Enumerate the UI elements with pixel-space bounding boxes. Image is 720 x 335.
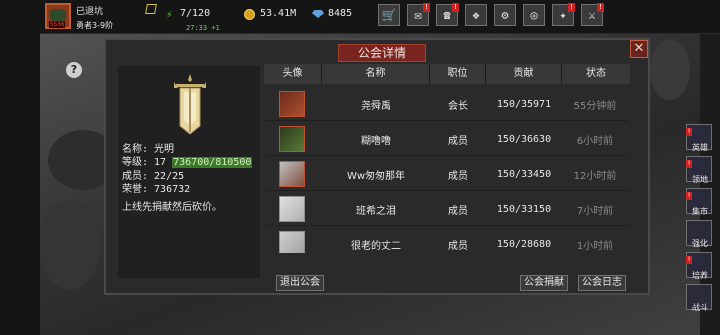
player-avatar[interactable]: 5536 <box>45 3 71 29</box>
background-tree <box>650 40 690 100</box>
member-position: 成员 <box>448 205 468 217</box>
mail-button[interactable]: ✉! <box>407 3 430 26</box>
table-row[interactable]: 糊噜噜 成员 150/36630 6小时前 <box>266 123 628 156</box>
member-status: 7小时前 <box>576 205 614 217</box>
header-status: 状态 <box>562 64 630 84</box>
player-rank: 勇者3-9阶 <box>76 21 114 30</box>
notification-badge: ! <box>686 192 692 200</box>
stamina-timer: 27:33 +1 <box>186 24 220 32</box>
avatar-cell <box>266 126 322 152</box>
side-nav-label: 培养 <box>692 271 708 280</box>
member-position: 会长 <box>448 100 468 112</box>
header-position: 职位 <box>430 64 486 84</box>
avatar[interactable] <box>279 161 305 187</box>
battle-button[interactable]: ⚔! <box>581 3 604 26</box>
side-nav-label: 强化 <box>692 239 708 248</box>
avatar-cell <box>266 196 322 222</box>
shop-button[interactable]: 🛒 <box>378 4 400 26</box>
member-position: 成员 <box>448 135 468 147</box>
table-row[interactable]: Ww匆匆那年 成员 150/33450 12小时前 <box>266 158 628 191</box>
guild-banner-icon <box>174 74 206 135</box>
wheel-button[interactable]: ◎ <box>523 4 545 26</box>
member-name: 尧舜禹 <box>361 100 391 112</box>
background-tree <box>40 200 100 290</box>
battle-icon: ⚔ <box>588 8 596 22</box>
settings-icon: ⚙ <box>501 8 509 22</box>
avatar-image <box>50 9 66 21</box>
member-contribution: 150/35971 <box>496 98 552 110</box>
player-status: 已退坑 <box>76 7 104 17</box>
header-name: 名称 <box>322 64 430 84</box>
notification-badge: ! <box>686 256 692 264</box>
side-nav-label: 英雄 <box>692 143 708 152</box>
member-name: 很老的丈二 <box>351 240 401 252</box>
edit-icon[interactable] <box>145 4 157 14</box>
member-status: 12小时前 <box>573 170 617 182</box>
table-header: 头像 名称 职位 贡献 状态 <box>264 64 630 84</box>
guild-donate-button[interactable]: 公会捐献 <box>520 275 568 291</box>
coin-icon <box>244 9 255 20</box>
stamina-value: 7/120 <box>180 8 211 19</box>
member-name: 班希之泪 <box>356 205 396 217</box>
settings-button[interactable]: ⚙ <box>494 4 516 26</box>
gift-icon: ❖ <box>472 8 480 22</box>
avatar[interactable] <box>279 196 305 222</box>
shop-icon: 🛒 <box>381 8 397 22</box>
guild-notice: 上线先捐献然后砍价。 <box>122 202 222 213</box>
notification-badge: ! <box>423 3 430 12</box>
member-name: Ww匆匆那年 <box>346 170 406 182</box>
table-row[interactable]: 很老的丈二 成员 150/28680 1小时前 <box>266 228 628 253</box>
notification-badge: ! <box>686 160 692 168</box>
chat-button[interactable]: ☎! <box>436 3 459 26</box>
header-avatar: 头像 <box>264 64 322 84</box>
notification-badge: ! <box>686 128 692 136</box>
table-row[interactable]: 班希之泪 成员 150/33150 7小时前 <box>266 193 628 226</box>
avatar-cell <box>266 161 322 187</box>
member-contribution: 150/33150 <box>496 203 552 215</box>
dialog-title: 公会详情 <box>338 44 426 62</box>
chat-icon: ☎ <box>443 8 451 22</box>
avatar[interactable] <box>279 231 305 253</box>
member-contribution: 150/36630 <box>496 133 552 145</box>
member-status: 55分钟前 <box>573 100 617 112</box>
side-nav-label: 领地 <box>692 175 708 184</box>
event-button[interactable]: ✦! <box>552 3 575 26</box>
coin-value: 53.41M <box>260 8 297 19</box>
mail-icon: ✉ <box>414 8 422 22</box>
side-nav-label: 集市 <box>692 207 708 216</box>
avatar[interactable] <box>279 126 305 152</box>
wheel-icon: ◎ <box>530 8 538 22</box>
member-contribution: 150/33450 <box>496 168 552 180</box>
left-strip <box>0 0 40 335</box>
gift-button[interactable]: ❖ <box>465 4 487 26</box>
gem-value: 8485 <box>328 8 353 19</box>
guild-log-button[interactable]: 公会日志 <box>578 275 626 291</box>
event-icon: ✦ <box>559 8 567 22</box>
member-position: 成员 <box>448 240 468 252</box>
notification-badge: ! <box>452 3 459 12</box>
member-name: 糊噜噜 <box>361 135 391 147</box>
member-contribution: 150/28680 <box>496 238 552 250</box>
avatar-cell <box>266 91 322 117</box>
member-position: 成员 <box>448 170 468 182</box>
guild-level: 等级: 17 736700/810500 <box>122 153 253 168</box>
help-icon[interactable]: ? <box>66 62 82 78</box>
avatar-cell <box>266 231 322 253</box>
table-body[interactable]: 尧舜禹 会长 150/35971 55分钟前 糊噜噜 成员 150/36630 6小时前 Ww匆… <box>264 88 630 253</box>
leave-guild-button[interactable]: 退出公会 <box>276 275 324 291</box>
member-status: 1小时前 <box>576 240 614 252</box>
side-nav-label: 战斗 <box>692 303 708 312</box>
player-level-tag: 5536 <box>49 21 66 28</box>
stamina-icon: ⚡ <box>166 8 173 21</box>
guild-honor: 荣誉: 736732 <box>122 184 191 195</box>
table-row[interactable]: 尧舜禹 会长 150/35971 55分钟前 <box>266 88 628 121</box>
member-status: 6小时前 <box>576 135 614 147</box>
notification-badge: ! <box>597 3 604 12</box>
header-contribution: 贡献 <box>486 64 562 84</box>
notification-badge: ! <box>568 3 575 12</box>
avatar[interactable] <box>279 91 305 117</box>
guild-info-panel: 名称: 光明 等级: 17 736700/810500 成员: 22/25 荣誉… <box>118 66 260 278</box>
close-icon[interactable]: ✕ <box>630 40 648 58</box>
